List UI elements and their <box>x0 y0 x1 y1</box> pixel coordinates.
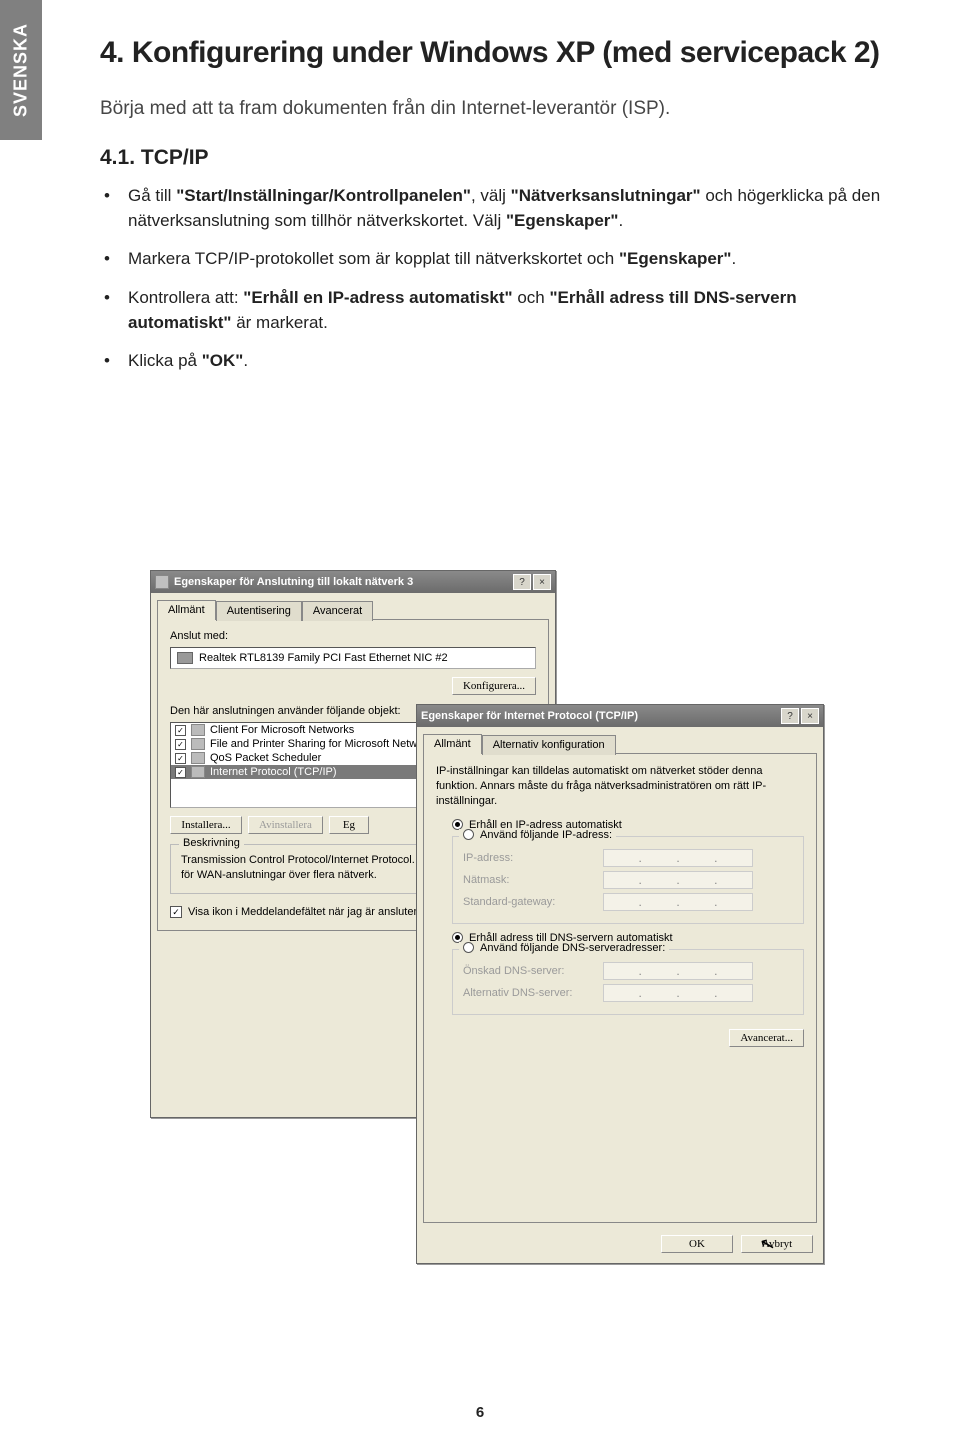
properties-button[interactable]: Eg <box>329 816 369 834</box>
list-item: Kontrollera att: "Erhåll en IP-adress au… <box>128 286 890 335</box>
close-button[interactable]: × <box>801 708 819 724</box>
list-item: Klicka på "OK". <box>128 349 890 374</box>
list-item: Gå till "Start/Inställningar/Kontrollpan… <box>128 184 890 233</box>
tab-general[interactable]: Allmänt <box>423 734 482 754</box>
radio-icon <box>463 829 474 840</box>
checkbox-icon: ✓ <box>170 906 182 918</box>
intro-text: Börja med att ta fram dokumenten från di… <box>100 98 890 120</box>
titlebar[interactable]: Egenskaper för Internet Protocol (TCP/IP… <box>417 705 823 727</box>
manual-ip-group: Använd följande IP-adress: IP-adress:...… <box>452 836 804 924</box>
list-item: Markera TCP/IP-protokollet som är koppla… <box>128 247 890 272</box>
radio-manual-ip[interactable]: Använd följande IP-adress: <box>463 829 612 841</box>
info-paragraph: IP-inställningar kan tilldelas automatis… <box>436 764 804 809</box>
netmask-field: Nätmask:... <box>463 871 793 889</box>
service-icon <box>191 738 205 750</box>
preferred-dns-field: Önskad DNS-server:... <box>463 962 793 980</box>
section-heading: 4. Konfigurering under Windows XP (med s… <box>100 36 890 80</box>
help-button[interactable]: ? <box>513 574 531 590</box>
adapter-name: Realtek RTL8139 Family PCI Fast Ethernet… <box>199 652 448 664</box>
tab-strip: Allmänt Autentisering Avancerat <box>151 593 555 619</box>
gateway-field: Standard-gateway:... <box>463 893 793 911</box>
tab-alt-config[interactable]: Alternativ konfiguration <box>482 735 616 755</box>
language-tab: SVENSKA <box>0 0 42 140</box>
close-button[interactable]: × <box>533 574 551 590</box>
protocol-icon <box>191 766 205 778</box>
titlebar[interactable]: Egenskaper för Anslutning till lokalt nä… <box>151 571 555 593</box>
radio-manual-dns[interactable]: Använd följande DNS-serveradresser: <box>463 942 665 954</box>
adapter-field: Realtek RTL8139 Family PCI Fast Ethernet… <box>170 647 536 669</box>
install-button[interactable]: Installera... <box>170 816 242 834</box>
description-legend: Beskrivning <box>179 837 244 849</box>
instruction-list: Gå till "Start/Inställningar/Kontrollpan… <box>100 184 890 374</box>
configure-button[interactable]: Konfigurera... <box>452 677 536 695</box>
manual-dns-group: Använd följande DNS-serveradresser: Önsk… <box>452 949 804 1015</box>
window-icon <box>155 575 169 589</box>
tab-content: IP-inställningar kan tilldelas automatis… <box>423 753 817 1223</box>
tab-authentication[interactable]: Autentisering <box>216 601 302 621</box>
nic-icon <box>177 652 193 664</box>
document-body: 4. Konfigurering under Windows XP (med s… <box>100 36 890 388</box>
tab-general[interactable]: Allmänt <box>157 600 216 620</box>
window-title: Egenskaper för Anslutning till lokalt nä… <box>174 576 511 588</box>
tcpip-properties-dialog: Egenskaper för Internet Protocol (TCP/IP… <box>416 704 824 1264</box>
subsection-heading: 4.1. TCP/IP <box>100 146 890 170</box>
alternate-dns-field: Alternativ DNS-server:... <box>463 984 793 1002</box>
screenshot-area: Egenskaper för Anslutning till lokalt nä… <box>150 570 950 1310</box>
window-title: Egenskaper för Internet Protocol (TCP/IP… <box>421 710 779 722</box>
checkbox-label: Visa ikon i Meddelandefältet när jag är … <box>188 906 420 918</box>
tab-strip: Allmänt Alternativ konfiguration <box>417 727 823 753</box>
tab-advanced[interactable]: Avancerat <box>302 601 373 621</box>
advanced-button[interactable]: Avancerat... <box>729 1029 804 1047</box>
uninstall-button: Avinstallera <box>248 816 323 834</box>
radio-icon <box>463 942 474 953</box>
ip-address-field: IP-adress:... <box>463 849 793 867</box>
help-button[interactable]: ? <box>781 708 799 724</box>
service-icon <box>191 752 205 764</box>
connect-label: Anslut med: <box>170 630 536 642</box>
service-icon <box>191 724 205 736</box>
ok-button[interactable]: OK <box>661 1235 733 1253</box>
page-number: 6 <box>0 1404 960 1421</box>
